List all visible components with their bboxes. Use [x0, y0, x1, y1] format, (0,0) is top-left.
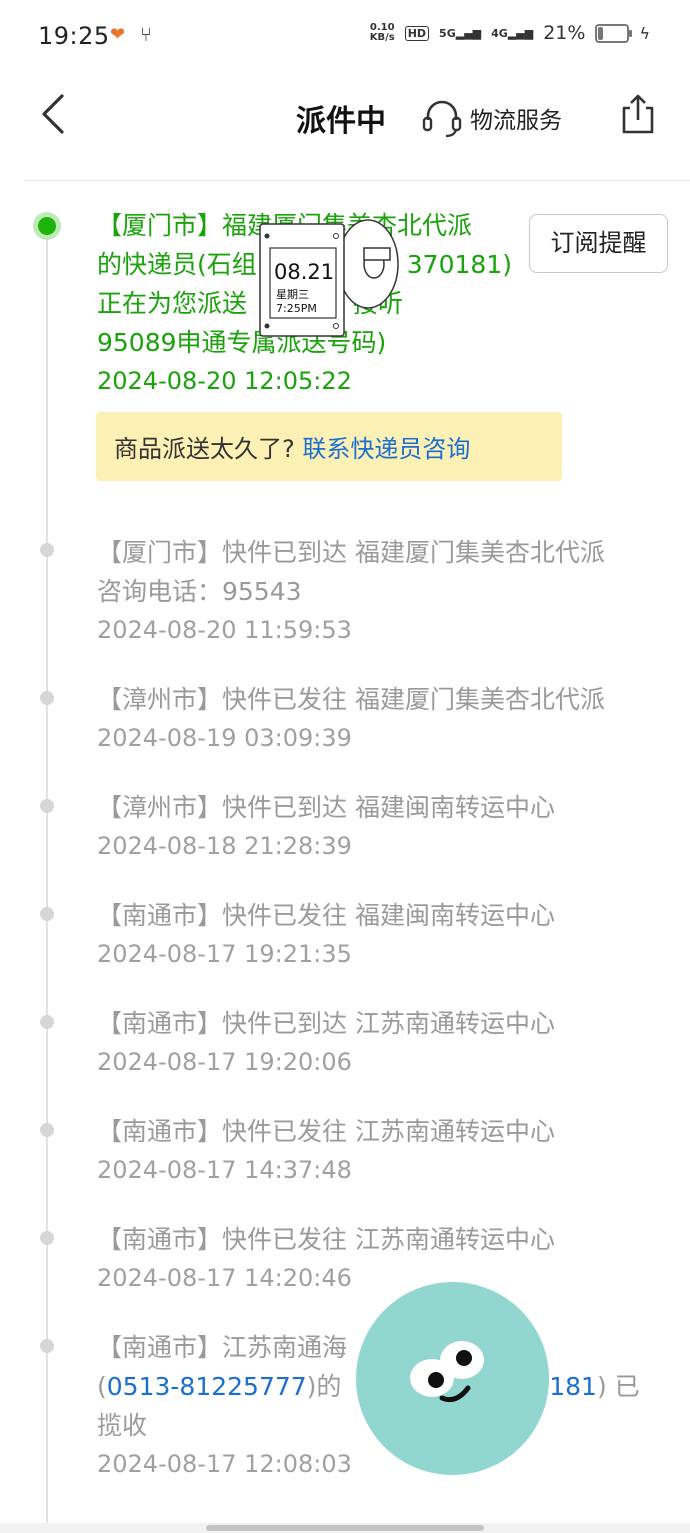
event-time: 2024-08-17 19:20:06 [97, 1048, 352, 1076]
status-bar: 19:25 ❤ ⑂ 0.10 KB/s HD 5G▂▄▆ 4G▂▄▆ 21% ϟ [0, 0, 690, 76]
usb-icon: ⑂ [140, 22, 152, 46]
clipped-text: ▔▔▔ ▔▔ ▔▔▔▔▔▔▔▔▔▔ ▔▔▔ ▔▔ [94, 154, 604, 165]
network-speed-unit: KB/s [369, 32, 395, 43]
battery-fill [598, 26, 604, 40]
event-time: 2024-08-17 19:21:35 [97, 940, 352, 968]
hd-icon: HD [404, 25, 430, 41]
sticker-date: 08.21 [274, 260, 335, 284]
tracking-event: 【南通市】快件已发往 江苏南通转运中心 2024-08-17 14:37:48 [97, 1112, 667, 1189]
event-text-part: 的快递员(石组 [97, 250, 257, 279]
event-text-line: 【厦门市】快件已到达 福建厦门集美杏北代派 [97, 538, 605, 567]
tracking-event: 【南通市】快件已到达 江苏南通转运中心 2024-08-17 19:20:06 [97, 1004, 667, 1081]
signal-4g-label: 4G [491, 26, 508, 40]
status-right: 0.10 KB/s HD 5G▂▄▆ 4G▂▄▆ 21% ϟ [370, 22, 650, 44]
event-text-part: 正在为您派送 [97, 289, 248, 318]
timeline-dot [40, 1231, 54, 1245]
back-arrow-icon[interactable] [36, 92, 76, 136]
event-text-line: 【南通市】快件已发往 江苏南通转运中心 [97, 1225, 555, 1254]
sticker-time: 7:25PM [276, 302, 317, 315]
event-time: 2024-08-18 21:28:39 [97, 832, 352, 860]
timeline-dot [40, 799, 54, 813]
status-time: 19:25 [38, 22, 110, 50]
gesture-bar-area [0, 1523, 690, 1533]
timeline-line [46, 226, 48, 1526]
tracking-event: 【漳州市】快件已发往 福建厦门集美杏北代派 2024-08-19 03:09:3… [97, 680, 667, 757]
home-indicator[interactable] [206, 1525, 484, 1531]
signal-5g-label: 5G [439, 26, 456, 40]
timeline-dot [40, 543, 54, 557]
timeline-dot [40, 1339, 54, 1353]
timeline-dot-active [38, 217, 56, 235]
battery-icon [595, 23, 633, 43]
sticker-weekday: 星期三 [276, 288, 309, 301]
contact-courier-link[interactable]: 联系快递员咨询 [302, 435, 470, 463]
smiley-icon [410, 1341, 484, 1403]
event-text-part: ( [97, 1372, 107, 1401]
event-text-line: 【漳州市】快件已发往 福建厦门集美杏北代派 [97, 685, 605, 714]
battery-percent: 21% [543, 22, 586, 44]
event-time: 2024-08-20 11:59:53 [97, 616, 352, 644]
tracking-event: 【厦门市】快件已到达 福建厦门集美杏北代派 咨询电话：95543 2024-08… [97, 533, 667, 649]
event-text-part: )的 [306, 1372, 342, 1401]
notice-question: 商品派送太久了? [114, 435, 295, 463]
event-text-part: ) 已 [596, 1372, 640, 1401]
subscribe-reminder-button[interactable]: 订阅提醒 [529, 214, 668, 273]
event-text-line: 【南通市】快件已到达 江苏南通转运中心 [97, 1009, 555, 1038]
event-time: 2024-08-20 12:05:22 [97, 367, 352, 395]
logistics-service-button[interactable]: 物流服务 [420, 96, 562, 140]
event-text-line: 【漳州市】快件已到达 福建闽南转运中心 [97, 793, 555, 822]
clipped-previous-row: ▔▔▔ ▔▔ ▔▔▔▔▔▔▔▔▔▔ ▔▔▔ ▔▔ [24, 154, 690, 181]
signal-4g-icon: 4G▂▄▆ [491, 26, 534, 40]
share-icon[interactable] [618, 92, 658, 136]
event-time: 2024-08-17 14:37:48 [97, 1156, 352, 1184]
phone-link[interactable]: 0513-81225777 [107, 1372, 307, 1401]
delivery-notice-banner: 商品派送太久了? 联系快递员咨询 [96, 412, 562, 481]
clock-sticker: 08.21 星期三 7:25PM [258, 218, 408, 340]
cartoon-face-sticker [356, 1282, 549, 1475]
signal-5g-icon: 5G▂▄▆ [439, 26, 482, 40]
network-speed: 0.10 KB/s [370, 23, 395, 43]
event-time: 2024-08-19 03:09:39 [97, 724, 352, 752]
event-text-line: 咨询电话：95543 [97, 577, 302, 606]
charging-icon: ϟ [639, 23, 650, 43]
tracking-event: 【漳州市】快件已到达 福建闽南转运中心 2024-08-18 21:28:39 [97, 788, 667, 865]
timeline-dot [40, 907, 54, 921]
logistics-service-label: 物流服务 [470, 108, 562, 134]
timeline-dot [40, 1123, 54, 1137]
notification-icon: ❤ [110, 24, 126, 45]
event-text-line: 【南通市】快件已发往 江苏南通转运中心 [97, 1117, 555, 1146]
timeline-dot [40, 1015, 54, 1029]
tracking-event: 【南通市】快件已发往 福建闽南转运中心 2024-08-17 19:21:35 [97, 896, 667, 973]
notice-text: 商品派送太久了? 联系快递员咨询 [114, 429, 470, 464]
headset-icon [422, 100, 462, 138]
page-title: 派件中 [296, 104, 386, 139]
nav-header: 派件中 物流服务 [0, 76, 690, 154]
event-text-line: 【南通市】快件已发往 福建闽南转运中心 [97, 901, 555, 930]
timeline-dot [40, 691, 54, 705]
event-text-part: 370181) [406, 250, 512, 279]
